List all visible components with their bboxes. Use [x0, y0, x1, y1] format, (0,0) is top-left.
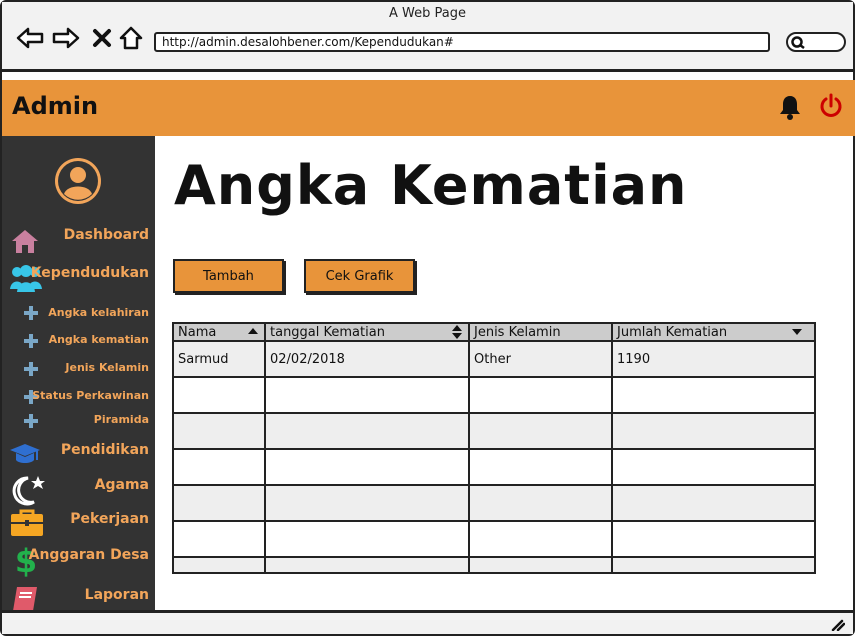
table-cell: [612, 413, 814, 450]
table-cell: [612, 521, 814, 558]
table-cell: [174, 449, 266, 486]
table-row[interactable]: [174, 377, 814, 414]
table-cell: [174, 377, 266, 414]
table-cell: [469, 521, 613, 558]
table-cell: [265, 377, 470, 414]
plus-icon: [24, 414, 38, 428]
column-header-jenis-kelamin[interactable]: Jenis Kelamin: [469, 324, 613, 342]
table-cell: Sarmud: [174, 341, 266, 378]
plus-icon: [24, 362, 38, 376]
add-button[interactable]: Tambah: [173, 259, 284, 293]
chart-button[interactable]: Cek Grafik: [304, 259, 415, 293]
plus-icon: [24, 334, 38, 348]
table-cell: [265, 485, 470, 522]
table-cell: [469, 377, 613, 414]
table-cell: [612, 557, 814, 572]
table-cell: [174, 485, 266, 522]
window-title: A Web Page: [389, 6, 466, 21]
back-arrow-icon[interactable]: [16, 24, 44, 52]
bell-icon[interactable]: [778, 94, 802, 124]
home-icon: [10, 228, 40, 258]
table-cell: [469, 449, 613, 486]
table-cell: [265, 449, 470, 486]
table-cell: [265, 413, 470, 450]
app-header: Admin: [2, 80, 855, 136]
table-row[interactable]: Sarmud 02/02/2018 Other 1190: [174, 341, 814, 378]
table-row[interactable]: [174, 521, 814, 558]
sidebar-item-pekerjaan[interactable]: Pekerjaan: [70, 511, 149, 527]
sidebar-item-agama[interactable]: Agama: [95, 477, 149, 493]
column-header-jumlah-kematian[interactable]: Jumlah Kematian: [612, 324, 814, 342]
stop-icon[interactable]: [88, 24, 116, 52]
sort-desc-icon: [792, 329, 802, 335]
table-cell: [469, 413, 613, 450]
table-cell: [469, 557, 613, 572]
page-title: Angka Kematian: [174, 154, 688, 217]
data-table: Nama tanggal Kematian Jenis Kelamin Juml…: [172, 322, 816, 574]
search-icon: [791, 36, 805, 49]
graduation-cap-icon: [9, 442, 41, 470]
sort-asc-icon: [248, 328, 258, 334]
search-field[interactable]: [786, 32, 846, 52]
table-cell: 02/02/2018: [265, 341, 470, 378]
browser-chrome: A Web Page http://admin.desalohbener.com…: [2, 2, 853, 72]
plus-icon: [24, 306, 38, 320]
power-icon[interactable]: [818, 93, 844, 123]
brand-title: Admin: [12, 92, 99, 120]
moon-star-icon: [10, 474, 46, 510]
table-cell: [612, 485, 814, 522]
table-cell: [174, 521, 266, 558]
table-cell: [469, 485, 613, 522]
sidebar-item-dashboard[interactable]: Dashboard: [64, 227, 149, 243]
briefcase-icon: [10, 508, 44, 542]
sidebar-item-angka-kematian[interactable]: Angka kematian: [49, 333, 149, 346]
sidebar-item-anggaran-desa[interactable]: Anggaran Desa: [29, 547, 149, 563]
sidebar: Dashboard Kependudukan Angka kelahiran A…: [2, 136, 155, 620]
table-cell: [174, 557, 266, 572]
sidebar-item-angka-kelahiran[interactable]: Angka kelahiran: [48, 306, 149, 319]
browser-status-bar: [2, 610, 853, 634]
table-cell: [265, 557, 470, 572]
resize-grip-icon[interactable]: [831, 619, 845, 631]
address-bar[interactable]: http://admin.desalohbener.com/Kependuduk…: [154, 32, 770, 52]
forward-arrow-icon[interactable]: [52, 24, 80, 52]
column-header-tanggal-kematian[interactable]: tanggal Kematian: [265, 324, 470, 342]
table-header-row: Nama tanggal Kematian Jenis Kelamin Juml…: [174, 324, 814, 342]
table-cell: [612, 449, 814, 486]
sidebar-item-kependudukan[interactable]: Kependudukan: [31, 265, 149, 281]
avatar-icon[interactable]: [53, 156, 103, 210]
table-row[interactable]: [174, 557, 814, 572]
table-cell: [265, 521, 470, 558]
home-nav-icon[interactable]: [117, 24, 145, 52]
table-cell: [612, 377, 814, 414]
table-cell: Other: [469, 341, 613, 378]
sort-icon: [452, 325, 462, 339]
table-row[interactable]: [174, 485, 814, 522]
sidebar-item-jenis-kelamin[interactable]: Jenis Kelamin: [65, 361, 149, 374]
sidebar-item-pendidikan[interactable]: Pendidikan: [61, 442, 149, 458]
sidebar-item-piramida[interactable]: Piramida: [94, 413, 149, 426]
column-header-nama[interactable]: Nama: [174, 324, 266, 342]
table-row[interactable]: [174, 449, 814, 486]
table-row[interactable]: [174, 413, 814, 450]
sidebar-item-laporan[interactable]: Laporan: [85, 587, 149, 603]
sidebar-item-status-perkawinan[interactable]: Status Perkawinan: [32, 389, 149, 402]
table-cell: [174, 413, 266, 450]
table-cell: 1190: [612, 341, 814, 378]
